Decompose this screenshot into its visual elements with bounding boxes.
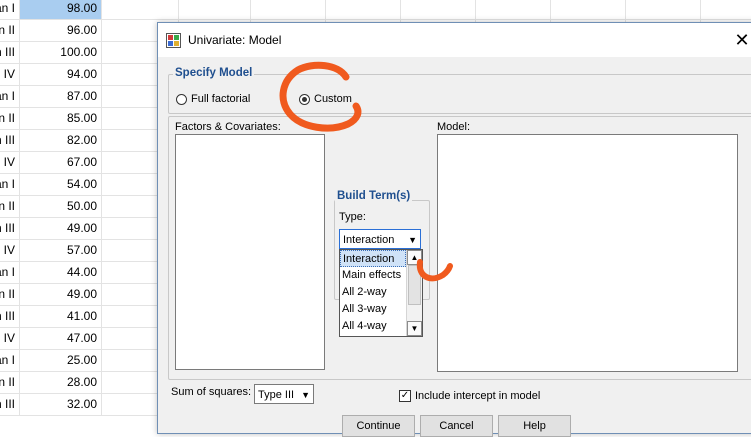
continue-button[interactable]: Continue [342, 415, 415, 437]
checkmark-icon: ✓ [399, 390, 411, 402]
build-terms-legend: Build Term(s) [335, 190, 413, 202]
help-button[interactable]: Help [498, 415, 571, 437]
type-label: Type: [339, 211, 366, 223]
row-label-cell[interactable]: an I [0, 0, 20, 19]
row-label-cell[interactable]: IV [0, 63, 20, 85]
full-factorial-radio[interactable]: Full factorial [176, 93, 250, 105]
include-intercept-checkbox[interactable]: ✓ Include intercept in model [399, 390, 540, 402]
univariate-model-dialog: Univariate: Model ✕ Specify Model Full f… [157, 22, 751, 437]
row-label-cell[interactable]: n III [0, 217, 20, 239]
value-cell[interactable]: 85.00 [20, 107, 102, 129]
value-cell[interactable]: 87.00 [20, 85, 102, 107]
value-cell[interactable]: 49.00 [20, 283, 102, 305]
row-label-cell[interactable]: an I [0, 261, 20, 283]
row-label-cell[interactable]: IV [0, 239, 20, 261]
dropdown-option[interactable]: Main effects [340, 267, 408, 284]
row-label-cell[interactable]: an II [0, 19, 20, 41]
value-cell[interactable]: 67.00 [20, 151, 102, 173]
value-cell[interactable]: 25.00 [20, 349, 102, 371]
row-label-cell[interactable]: an II [0, 107, 20, 129]
row-label-cell[interactable]: n III [0, 393, 20, 415]
value-cell[interactable]: 57.00 [20, 239, 102, 261]
value-cell[interactable]: 49.00 [20, 217, 102, 239]
dropdown-option[interactable]: All 3-way [340, 301, 408, 318]
model-terms-list[interactable] [437, 134, 738, 372]
value-cell[interactable]: 54.00 [20, 173, 102, 195]
sum-of-squares-value: Type III [258, 389, 295, 401]
row-label-cell[interactable]: IV [0, 151, 20, 173]
cancel-button[interactable]: Cancel [420, 415, 493, 437]
custom-label: Custom [314, 93, 352, 105]
value-cell[interactable]: 28.00 [20, 371, 102, 393]
row-label-cell[interactable]: an II [0, 283, 20, 305]
radio-on-icon [299, 93, 310, 105]
dropdown-option[interactable]: Interaction [340, 250, 406, 267]
dropdown-option[interactable]: All 2-way [340, 284, 408, 301]
value-cell[interactable]: 41.00 [20, 305, 102, 327]
scroll-thumb[interactable] [408, 265, 421, 305]
chevron-down-icon: ▼ [408, 235, 417, 245]
sum-of-squares-select[interactable]: Type III ▼ [254, 384, 314, 404]
scroll-up-icon[interactable]: ▲ [407, 250, 422, 265]
value-cell[interactable]: 94.00 [20, 63, 102, 85]
dropdown-scrollbar[interactable]: ▲ ▼ [406, 250, 422, 336]
value-cell[interactable]: 50.00 [20, 195, 102, 217]
factors-covariates-label: Factors & Covariates: [175, 121, 281, 133]
spss-app-icon [166, 33, 181, 48]
include-intercept-label: Include intercept in model [415, 390, 541, 402]
value-cell[interactable]: 98.00 [20, 0, 102, 19]
custom-radio[interactable]: Custom [299, 93, 352, 105]
row-label-cell[interactable]: an I [0, 349, 20, 371]
full-factorial-label: Full factorial [191, 93, 251, 105]
scroll-down-icon[interactable]: ▼ [407, 321, 422, 336]
row-label-cell[interactable]: n III [0, 129, 20, 151]
row-label-cell[interactable]: n III [0, 41, 20, 63]
table-row: an I98.00 [0, 0, 751, 20]
sum-of-squares-label: Sum of squares: [171, 386, 252, 398]
value-cell[interactable]: 32.00 [20, 393, 102, 415]
row-label-cell[interactable]: an II [0, 195, 20, 217]
radio-off-icon [176, 93, 187, 105]
row-label-cell[interactable]: an II [0, 371, 20, 393]
value-cell[interactable]: 82.00 [20, 129, 102, 151]
value-cell[interactable]: 44.00 [20, 261, 102, 283]
row-label-cell[interactable]: n III [0, 305, 20, 327]
dropdown-option[interactable]: All 4-way [340, 318, 408, 335]
model-label: Model: [437, 121, 471, 133]
row-label-cell[interactable]: an I [0, 173, 20, 195]
build-term-type-select[interactable]: Interaction ▼ [339, 229, 421, 249]
specify-model-legend: Specify Model [173, 67, 255, 79]
close-icon[interactable]: ✕ [730, 27, 751, 53]
dialog-titlebar: Univariate: Model ✕ [158, 23, 751, 57]
dialog-title: Univariate: Model [188, 33, 282, 47]
build-term-type-dropdown: Interaction Main effects All 2-way All 3-wa… [339, 249, 423, 337]
value-cell[interactable]: 47.00 [20, 327, 102, 349]
row-label-cell[interactable]: IV [0, 327, 20, 349]
value-cell[interactable]: 96.00 [20, 19, 102, 41]
chevron-down-icon: ▼ [301, 390, 310, 400]
specify-model-group [168, 74, 751, 114]
build-term-type-value: Interaction [343, 234, 395, 246]
row-label-cell[interactable]: an I [0, 85, 20, 107]
value-cell[interactable]: 100.00 [20, 41, 102, 63]
factors-covariates-list[interactable] [175, 134, 325, 370]
